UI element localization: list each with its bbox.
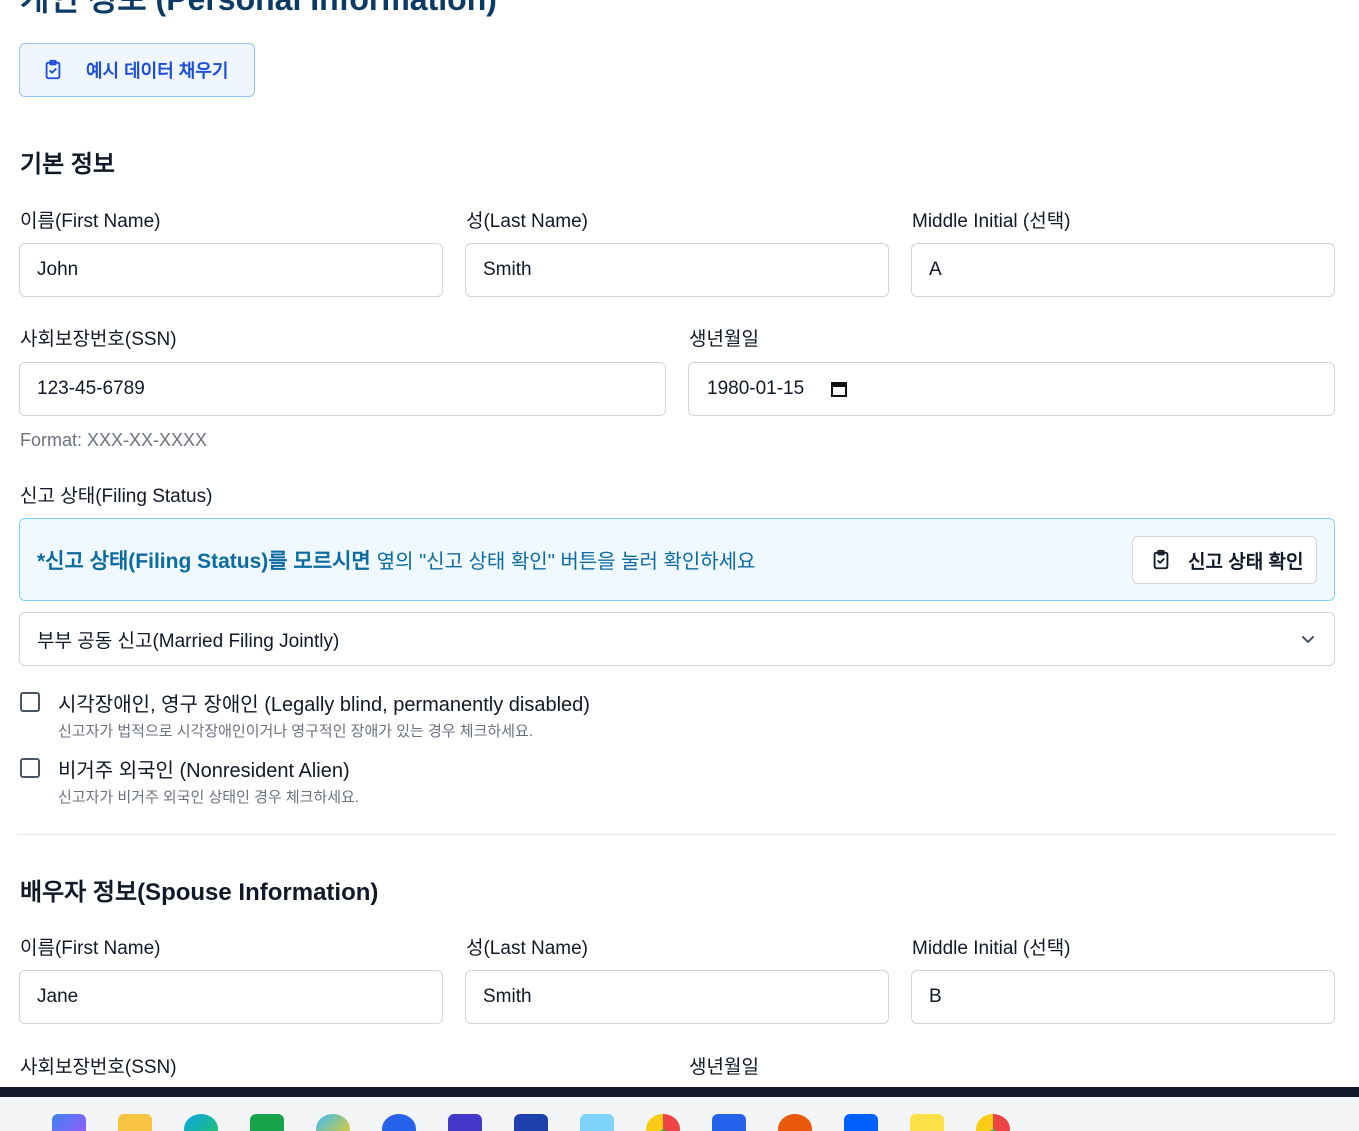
spouse-last-name-label: 성(Last Name) bbox=[466, 938, 589, 959]
spouse-last-name-input[interactable] bbox=[465, 970, 889, 1024]
filing-info-text: 옆의 "신고 상태 확인" 버튼을 눌러 확인하세요 bbox=[376, 551, 756, 573]
powerpoint-icon[interactable] bbox=[778, 1114, 812, 1131]
dob-label: 생년월일 bbox=[689, 329, 759, 350]
filing-status-select[interactable]: 부부 공동 신고(Married Filing Jointly) bbox=[19, 612, 1335, 666]
nonresident-alien-checkbox[interactable] bbox=[20, 758, 40, 778]
file-explorer-icon[interactable] bbox=[118, 1114, 152, 1131]
filing-status-label: 신고 상태(Filing Status) bbox=[20, 486, 213, 507]
spouse-ssn-label: 사회보장번호(SSN) bbox=[20, 1057, 177, 1078]
legally-blind-checkbox[interactable] bbox=[20, 692, 40, 712]
calendar-icon[interactable] bbox=[830, 380, 848, 398]
edge-icon[interactable] bbox=[184, 1114, 218, 1131]
legally-blind-row: 시각장애인, 영구 장애인 (Legally blind, permanentl… bbox=[20, 688, 590, 741]
window-bottom-edge bbox=[0, 1087, 1359, 1097]
dob-input[interactable]: 1980-01-15 bbox=[688, 362, 1335, 416]
spouse-dob-label: 생년월일 bbox=[689, 1057, 759, 1078]
dob-value: 1980-01-15 bbox=[707, 378, 805, 399]
clipboard-check-icon bbox=[45, 59, 61, 80]
visual-studio-icon[interactable] bbox=[448, 1114, 482, 1131]
filing-status-info-box: *신고 상태(Filing Status)를 모르시면 옆의 "신고 상태 확인… bbox=[19, 518, 1335, 601]
ssn-format-hint: Format: XXX-XX-XXXX bbox=[20, 430, 208, 450]
fill-example-data-button[interactable]: 예시 데이터 채우기 bbox=[19, 43, 255, 97]
section-divider bbox=[18, 834, 1336, 835]
chevron-down-icon bbox=[1302, 636, 1314, 643]
chrome-icon[interactable] bbox=[646, 1114, 680, 1131]
fill-example-data-label: 예시 데이터 채우기 bbox=[86, 61, 229, 81]
spouse-info-title: 배우자 정보(Spouse Information) bbox=[20, 879, 379, 906]
first-name-label: 이름(First Name) bbox=[20, 211, 161, 232]
basic-info-title: 기본 정보 bbox=[20, 151, 115, 178]
notepad-icon[interactable] bbox=[580, 1114, 614, 1131]
kakaotalk-icon[interactable] bbox=[910, 1114, 944, 1131]
filing-status-selected: 부부 공동 신고(Married Filing Jointly) bbox=[37, 630, 340, 652]
legally-blind-desc: 신고자가 법적으로 시각장애인이거나 영구적인 장애가 있는 경우 체크하세요. bbox=[58, 723, 533, 740]
clipboard-check-icon bbox=[1153, 549, 1169, 570]
check-filing-status-button[interactable]: 신고 상태 확인 bbox=[1132, 536, 1317, 584]
store-icon[interactable] bbox=[514, 1114, 548, 1131]
middle-initial-input[interactable] bbox=[911, 243, 1335, 297]
spouse-first-name-label: 이름(First Name) bbox=[20, 938, 161, 959]
last-name-label: 성(Last Name) bbox=[466, 211, 589, 232]
chrome-profile-icon[interactable] bbox=[976, 1114, 1010, 1131]
check-filing-status-label: 신고 상태 확인 bbox=[1188, 551, 1304, 573]
nonresident-alien-row: 비거주 외국인 (Nonresident Alien) 신고자가 비거주 외국인… bbox=[20, 754, 359, 807]
filing-info-strong: *신고 상태(Filing Status)를 모르시면 bbox=[37, 549, 371, 573]
first-name-input[interactable] bbox=[19, 243, 443, 297]
middle-initial-label: Middle Initial (선택) bbox=[912, 211, 1071, 232]
ssn-label: 사회보장번호(SSN) bbox=[20, 329, 177, 350]
copilot-icon[interactable] bbox=[52, 1114, 86, 1131]
page-title: 개인 정보 (Personal Information) bbox=[20, 0, 497, 20]
legally-blind-label: 시각장애인, 영구 장애인 (Legally blind, permanentl… bbox=[58, 694, 590, 716]
word-icon[interactable] bbox=[712, 1114, 746, 1131]
zoom-icon[interactable] bbox=[382, 1114, 416, 1131]
photos-icon[interactable] bbox=[316, 1114, 350, 1131]
os-taskbar bbox=[0, 1097, 1359, 1131]
spouse-first-name-input[interactable] bbox=[19, 970, 443, 1024]
nonresident-alien-desc: 신고자가 비거주 외국인 상태인 경우 체크하세요. bbox=[58, 789, 360, 806]
ssn-input[interactable] bbox=[19, 362, 666, 416]
spouse-middle-initial-label: Middle Initial (선택) bbox=[912, 938, 1071, 959]
spouse-middle-initial-input[interactable] bbox=[911, 970, 1335, 1024]
nonresident-alien-label: 비거주 외국인 (Nonresident Alien) bbox=[58, 760, 350, 782]
dropbox-icon[interactable] bbox=[844, 1114, 878, 1131]
excel-icon[interactable] bbox=[250, 1114, 284, 1131]
last-name-input[interactable] bbox=[465, 243, 889, 297]
